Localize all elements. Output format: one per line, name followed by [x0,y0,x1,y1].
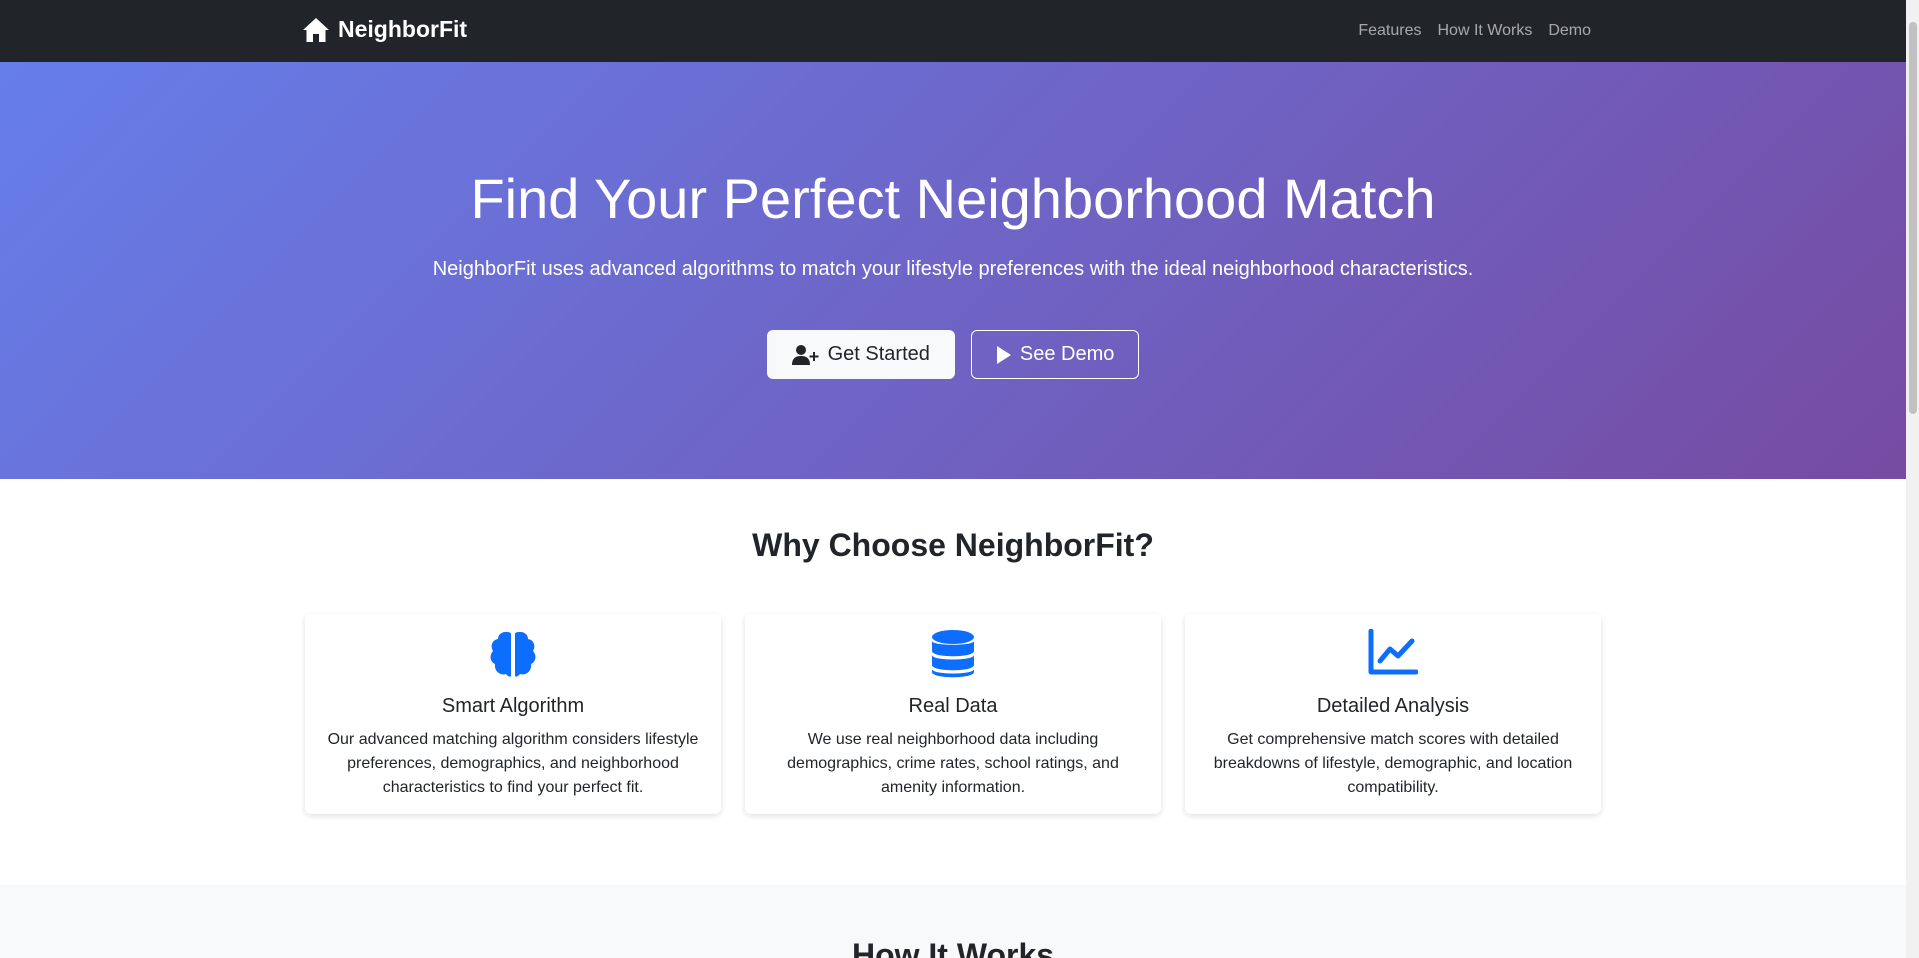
feature-card-text: Our advanced matching algorithm consider… [327,731,699,796]
home-icon [303,17,329,42]
hero-title: Find Your Perfect Neighborhood Match [470,167,1436,230]
feature-card-title: Real Data [908,695,998,717]
nav-link-features[interactable]: Features [1358,22,1421,40]
navbar: NeighborFit Features How It Works Demo [0,0,1906,62]
page-scrollbar[interactable] [1906,0,1919,958]
play-icon [996,345,1011,364]
get-started-button[interactable]: Get Started [766,330,955,379]
user-plus-icon [791,344,819,365]
scrollbar-thumb[interactable] [1909,22,1917,414]
feature-card-text: Get comprehensive match scores with deta… [1213,731,1573,796]
how-it-works-title: How It Works [851,937,1055,958]
brain-icon [490,631,536,677]
features-title: Why Choose NeighborFit? [752,527,1154,563]
get-started-label: Get Started [827,343,930,365]
see-demo-button[interactable]: See Demo [970,330,1140,379]
feature-card-smart-algorithm: Smart Algorithm Our advanced matching al… [305,614,721,814]
chart-line-icon [1368,629,1418,675]
feature-cards: Smart Algorithm Our advanced matching al… [305,614,1601,814]
database-icon [932,630,974,678]
nav-link-demo[interactable]: Demo [1548,22,1591,40]
feature-card-detailed-analysis: Detailed Analysis Get comprehensive matc… [1185,614,1601,814]
feature-card-title: Detailed Analysis [1316,695,1470,717]
brand-link[interactable]: NeighborFit [302,16,467,43]
feature-card-real-data: Real Data We use real neighborhood data … [745,614,1161,814]
nav-links: Features How It Works Demo [1358,22,1591,40]
brand-name: NeighborFit [338,16,468,42]
nav-link-how-it-works[interactable]: How It Works [1437,22,1532,40]
see-demo-label: See Demo [1019,343,1115,365]
how-it-works-section: How It Works [0,885,1906,958]
hero-buttons: Get Started See Demo [0,330,1906,379]
hero-section: Find Your Perfect Neighborhood Match Nei… [0,62,1906,479]
feature-card-title: Smart Algorithm [441,695,585,717]
feature-card-text: We use real neighborhood data including … [787,731,1119,796]
hero-lead: NeighborFit uses advanced algorithms to … [432,258,1474,280]
